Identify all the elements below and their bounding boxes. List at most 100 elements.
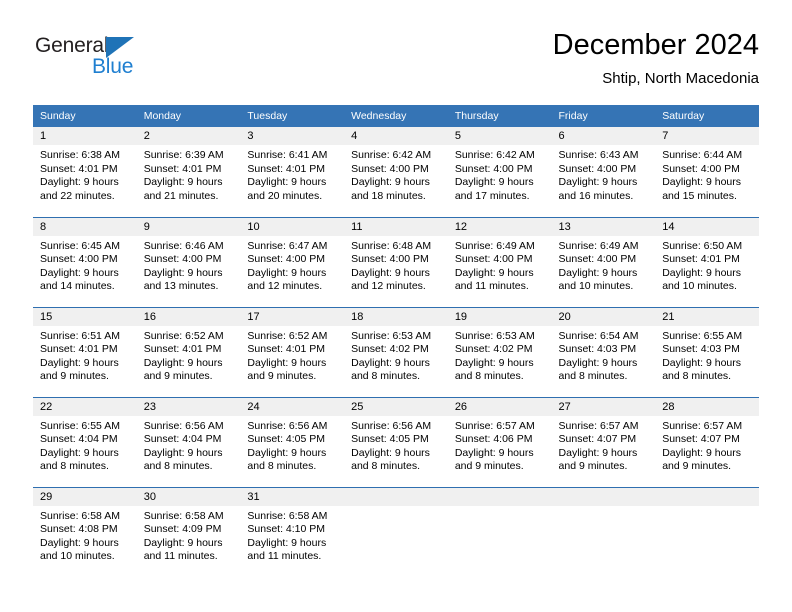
sunrise-text: Sunrise: 6:45 AM — [40, 239, 120, 252]
day-cell[interactable]: 20 Sunrise: 6:54 AM Sunset: 4:03 PM Dayligh… — [551, 306, 656, 397]
general-blue-logo[interactable]: General Blue — [33, 34, 243, 90]
day-cell[interactable]: 28 Sunrise: 6:57 AM Sunset: 4:07 PM Dayligh… — [655, 396, 759, 487]
sunrise-text: Sunrise: 6:39 AM — [143, 149, 224, 161]
day-cell[interactable]: 19 Sunrise: 6:53 AM Sunset: 4:02 PM Dayligh… — [447, 306, 552, 397]
daylight-text-line2: and 9 minutes. — [662, 460, 732, 473]
day-cell[interactable]: 18 Sunrise: 6:53 AM Sunset: 4:02 PM Dayligh… — [344, 306, 448, 397]
day-cell[interactable]: 1 Sunrise: 6:38 AM Sunset: 4:01 PM Daylight… — [33, 127, 137, 217]
day-cell[interactable]: 26 Sunrise: 6:57 AM Sunset: 4:06 PM Dayligh… — [447, 396, 552, 487]
day-number: 24 — [240, 397, 345, 416]
sunrise-text: Sunrise: 6:58 AM — [40, 509, 120, 522]
sunrise-text: Sunrise: 6:52 AM — [247, 329, 328, 342]
day-cell[interactable]: 4 Sunrise: 6:42 AM Sunset: 4:00 PM Daylight… — [344, 127, 448, 217]
daylight-text-line1: Daylight: 9 hours — [558, 176, 638, 189]
day-cell[interactable]: 10 Sunrise: 6:47 AM Sunset: 4:00 PM Dayligh… — [240, 216, 345, 307]
sunset-text: Sunset: 4:00 PM — [247, 253, 326, 266]
day-number: 17 — [240, 307, 345, 326]
sunset-text: Sunset: 4:00 PM — [40, 253, 118, 266]
day-cell[interactable]: 23 Sunrise: 6:56 AM Sunset: 4:04 PM Dayligh… — [136, 396, 241, 487]
daylight-text-line2: and 17 minutes. — [454, 189, 530, 202]
sunrise-text: Sunrise: 6:43 AM — [558, 149, 639, 161]
daylight-text-line1: Daylight: 9 hours — [143, 446, 223, 459]
day-number: 10 — [240, 217, 345, 236]
page-header: General Blue December 2024 Shtip, North … — [33, 28, 759, 100]
day-cell[interactable]: 29 Sunrise: 6:58 AM Sunset: 4:08 PM Dayligh… — [33, 486, 137, 577]
daylight-text-line1: Daylight: 9 hours — [558, 446, 638, 459]
day-cell[interactable]: 8 Sunrise: 6:45 AM Sunset: 4:00 PM Daylight… — [33, 216, 137, 307]
daylight-text-line2: and 9 minutes. — [454, 460, 524, 473]
daylight-text-line1: Daylight: 9 hours — [143, 356, 223, 369]
sunrise-text: Sunrise: 6:46 AM — [143, 239, 224, 252]
daylight-text-line1: Daylight: 9 hours — [247, 536, 327, 549]
day-number: 14 — [655, 217, 759, 236]
sunrise-text: Sunrise: 6:53 AM — [351, 329, 432, 342]
day-cell[interactable]: 11 Sunrise: 6:48 AM Sunset: 4:00 PM Dayligh… — [344, 216, 448, 307]
day-cell-empty — [655, 486, 759, 577]
day-cell[interactable]: 14 Sunrise: 6:50 AM Sunset: 4:01 PM Dayligh… — [655, 216, 759, 307]
daylight-text-line1: Daylight: 9 hours — [454, 266, 534, 279]
day-number: 4 — [344, 127, 448, 145]
sunrise-text: Sunrise: 6:53 AM — [454, 329, 535, 342]
daylight-text-line1: Daylight: 9 hours — [454, 176, 534, 189]
day-cell[interactable]: 27 Sunrise: 6:57 AM Sunset: 4:07 PM Dayligh… — [551, 396, 656, 487]
sunrise-text: Sunrise: 6:42 AM — [351, 149, 432, 161]
weekday-header-monday: Monday — [136, 105, 241, 127]
day-cell[interactable]: 2 Sunrise: 6:39 AM Sunset: 4:01 PM Daylight… — [136, 127, 241, 217]
day-number: 23 — [136, 397, 241, 416]
sunset-text: Sunset: 4:00 PM — [351, 253, 429, 266]
day-number: 15 — [33, 307, 137, 326]
sunset-text: Sunset: 4:07 PM — [662, 433, 740, 446]
day-number: 5 — [447, 127, 552, 145]
day-cell[interactable]: 22 Sunrise: 6:55 AM Sunset: 4:04 PM Dayligh… — [33, 396, 137, 487]
day-number — [655, 487, 759, 506]
title-block: December 2024 Shtip, North Macedonia — [553, 28, 759, 89]
sunrise-text: Sunrise: 6:56 AM — [351, 419, 432, 432]
sunrise-text: Sunrise: 6:55 AM — [40, 419, 120, 432]
day-number — [344, 487, 448, 506]
day-number: 11 — [344, 217, 448, 236]
sunset-text: Sunset: 4:00 PM — [454, 162, 533, 175]
day-number: 22 — [33, 397, 137, 416]
daylight-text-line1: Daylight: 9 hours — [351, 266, 430, 279]
day-number: 30 — [136, 487, 241, 506]
daylight-text-line2: and 18 minutes. — [351, 189, 426, 202]
daylight-text-line2: and 11 minutes. — [143, 550, 218, 563]
day-cell[interactable]: 3 Sunrise: 6:41 AM Sunset: 4:01 PM Daylight… — [240, 127, 345, 217]
daylight-text-line2: and 8 minutes. — [351, 460, 420, 473]
sunset-text: Sunset: 4:02 PM — [454, 343, 533, 356]
daylight-text-line1: Daylight: 9 hours — [247, 446, 327, 459]
sunrise-text: Sunrise: 6:48 AM — [351, 239, 432, 252]
day-number: 18 — [344, 307, 448, 326]
daylight-text-line2: and 15 minutes. — [662, 189, 737, 202]
day-cell[interactable]: 13 Sunrise: 6:49 AM Sunset: 4:00 PM Dayligh… — [551, 216, 656, 307]
day-cell[interactable]: 30 Sunrise: 6:58 AM Sunset: 4:09 PM Dayligh… — [136, 486, 241, 577]
weekday-header-wednesday: Wednesday — [344, 105, 448, 127]
sunrise-text: Sunrise: 6:57 AM — [454, 419, 535, 432]
day-cell[interactable]: 31 Sunrise: 6:58 AM Sunset: 4:10 PM Dayligh… — [240, 486, 345, 577]
day-cell[interactable]: 12 Sunrise: 6:49 AM Sunset: 4:00 PM Dayligh… — [447, 216, 552, 307]
day-cell[interactable]: 17 Sunrise: 6:52 AM Sunset: 4:01 PM Dayligh… — [240, 306, 345, 397]
daylight-text-line1: Daylight: 9 hours — [662, 446, 742, 459]
daylight-text-line1: Daylight: 9 hours — [662, 266, 742, 279]
daylight-text-line2: and 9 minutes. — [143, 370, 213, 383]
day-cell[interactable]: 21 Sunrise: 6:55 AM Sunset: 4:03 PM Dayligh… — [655, 306, 759, 397]
sunrise-text: Sunrise: 6:58 AM — [143, 509, 224, 522]
sunrise-text: Sunrise: 6:42 AM — [454, 149, 535, 161]
day-cell[interactable]: 24 Sunrise: 6:56 AM Sunset: 4:05 PM Dayligh… — [240, 396, 345, 487]
day-cell[interactable]: 15 Sunrise: 6:51 AM Sunset: 4:01 PM Dayligh… — [33, 306, 137, 397]
day-cell[interactable]: 6 Sunrise: 6:43 AM Sunset: 4:00 PM Daylight… — [551, 127, 656, 217]
day-number — [447, 487, 552, 506]
sunset-text: Sunset: 4:01 PM — [143, 162, 222, 175]
day-cell[interactable]: 16 Sunrise: 6:52 AM Sunset: 4:01 PM Dayligh… — [136, 306, 241, 397]
day-cell[interactable]: 9 Sunrise: 6:46 AM Sunset: 4:00 PM Daylight… — [136, 216, 241, 307]
day-cell[interactable]: 7 Sunrise: 6:44 AM Sunset: 4:00 PM Daylight… — [655, 127, 759, 217]
daylight-text-line2: and 12 minutes. — [351, 280, 426, 293]
daylight-text-line1: Daylight: 9 hours — [247, 176, 327, 189]
daylight-text-line1: Daylight: 9 hours — [247, 356, 327, 369]
day-number: 7 — [655, 127, 759, 145]
sunset-text: Sunset: 4:00 PM — [351, 162, 429, 175]
daylight-text-line2: and 10 minutes. — [558, 280, 634, 293]
day-cell[interactable]: 5 Sunrise: 6:42 AM Sunset: 4:00 PM Daylight… — [447, 127, 552, 217]
day-cell[interactable]: 25 Sunrise: 6:56 AM Sunset: 4:05 PM Dayligh… — [344, 396, 448, 487]
sunrise-text: Sunrise: 6:55 AM — [662, 329, 743, 342]
